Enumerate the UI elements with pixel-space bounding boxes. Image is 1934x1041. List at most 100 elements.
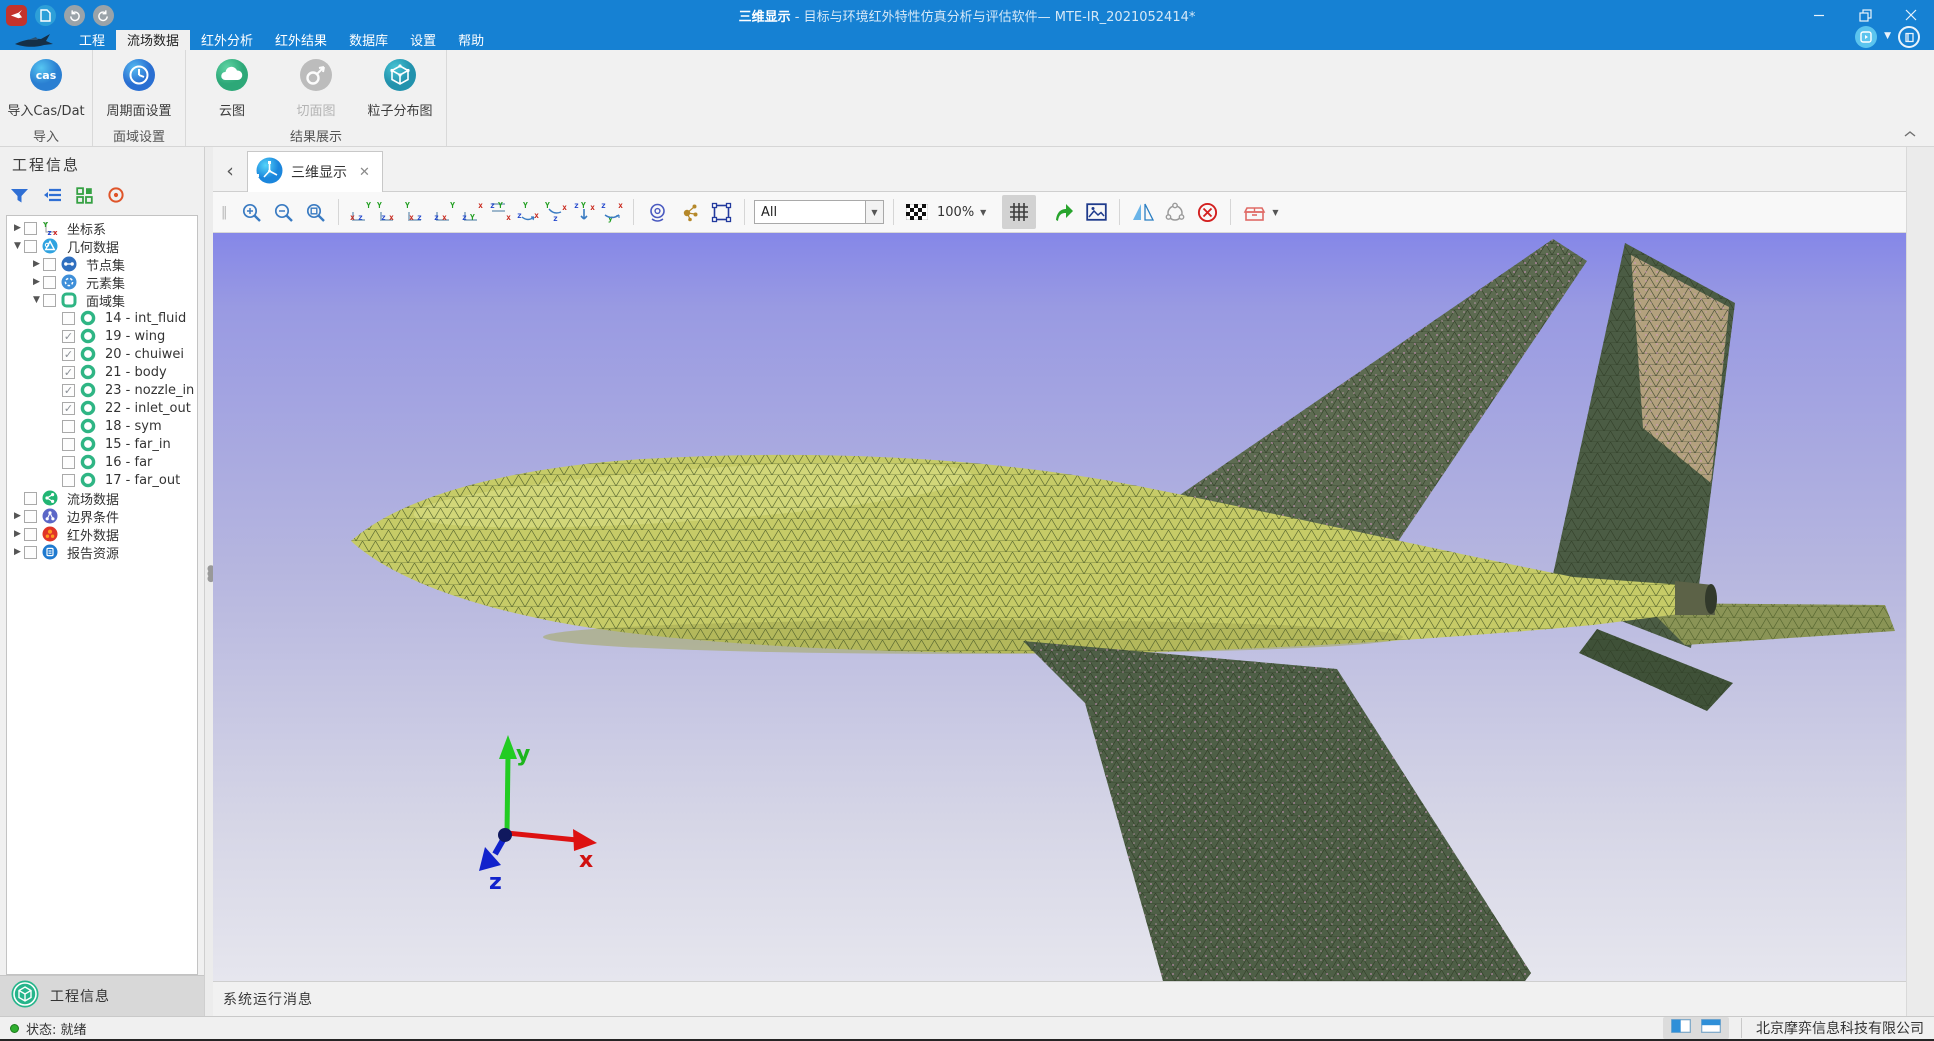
view-left-icon[interactable]: Yxz bbox=[404, 201, 428, 223]
ribbon-button-contour[interactable]: 云图 bbox=[190, 56, 274, 119]
rotate-y-icon[interactable]: Yxz bbox=[544, 201, 568, 223]
view-front-icon[interactable]: xzY bbox=[348, 201, 372, 223]
grid-toggle-icon[interactable] bbox=[1002, 195, 1036, 229]
list-settings-icon[interactable] bbox=[43, 187, 62, 207]
zoom-in-icon[interactable] bbox=[237, 198, 265, 226]
tree-expand-icon[interactable]: ▶ bbox=[11, 529, 24, 539]
menu-item-gongcheng[interactable]: 工程 bbox=[68, 30, 116, 50]
undo-icon[interactable] bbox=[64, 5, 85, 26]
tree-item[interactable]: 14 - int_fluid bbox=[7, 309, 197, 327]
rotate-x-icon[interactable]: zYx bbox=[516, 201, 540, 223]
menu-item-shujuku[interactable]: 数据库 bbox=[338, 30, 399, 50]
mirror-icon[interactable] bbox=[1129, 198, 1157, 226]
tree-item[interactable]: ✓20 - chuiwei bbox=[7, 345, 197, 363]
menu-item-bangzhu[interactable]: 帮助 bbox=[447, 30, 495, 50]
tree-checkbox[interactable] bbox=[43, 294, 56, 307]
tree-checkbox[interactable] bbox=[62, 438, 75, 451]
display-filter-dropdown-icon[interactable]: ▼ bbox=[865, 201, 883, 223]
screenshot-image-icon[interactable] bbox=[1082, 198, 1110, 226]
ribbon-button-periodic-face[interactable]: 周期面设置 bbox=[97, 56, 181, 119]
tab-scroll-left-icon[interactable]: ‹ bbox=[213, 151, 247, 191]
view-back-icon[interactable]: Yzx bbox=[376, 201, 400, 223]
view-bottom-icon[interactable]: zYx bbox=[488, 201, 512, 223]
tree-item[interactable]: ✓19 - wing bbox=[7, 327, 197, 345]
more-tools-caret-icon[interactable]: ▼ bbox=[1272, 208, 1278, 217]
view-top-icon[interactable]: zYx bbox=[460, 201, 484, 223]
zoom-level-value[interactable]: 100% bbox=[935, 205, 976, 220]
layout-bottom-panel-icon[interactable] bbox=[1701, 1019, 1721, 1037]
tree-item[interactable]: ▶元素集 bbox=[7, 273, 197, 291]
ribbon-button-import-cas-dat[interactable]: cas导入Cas/Dat bbox=[4, 56, 88, 119]
export-arrow-icon[interactable] bbox=[1050, 198, 1078, 226]
tree-item[interactable]: ▶节点集 bbox=[7, 255, 197, 273]
tree-expand-icon[interactable]: ▶ bbox=[11, 547, 24, 557]
zoom-fit-icon[interactable] bbox=[301, 198, 329, 226]
target-locate-icon[interactable] bbox=[107, 186, 125, 208]
redo-icon[interactable] bbox=[93, 5, 114, 26]
ribbon-button-particle[interactable]: 粒子分布图 bbox=[358, 56, 442, 119]
tree-item[interactable]: ✓22 - inlet_out bbox=[7, 399, 197, 417]
rotate-free-icon[interactable]: zxy bbox=[600, 201, 624, 223]
tree-checkbox[interactable] bbox=[24, 546, 37, 559]
tree-checkbox[interactable] bbox=[62, 456, 75, 469]
transparency-checker-icon[interactable] bbox=[903, 198, 931, 226]
project-panel-footer[interactable]: 工程信息 bbox=[0, 975, 204, 1016]
view-right-icon[interactable]: zxY bbox=[432, 201, 456, 223]
zoom-level-caret-icon[interactable]: ▼ bbox=[980, 208, 986, 217]
menu-item-liuchang[interactable]: 流场数据 bbox=[116, 30, 190, 50]
tree-item[interactable]: ▼几何数据 bbox=[7, 237, 197, 255]
tree-checkbox[interactable] bbox=[62, 420, 75, 433]
tree-expand-icon[interactable]: ▶ bbox=[30, 277, 43, 287]
tree-checkbox[interactable] bbox=[24, 528, 37, 541]
tree-item[interactable]: ▶边界条件 bbox=[7, 507, 197, 525]
menu-item-shezhi[interactable]: 设置 bbox=[399, 30, 447, 50]
tree-item[interactable]: 18 - sym bbox=[7, 417, 197, 435]
tree-item[interactable]: 16 - far bbox=[7, 453, 197, 471]
share-nodes-icon[interactable] bbox=[1161, 198, 1189, 226]
tree-item[interactable]: ▶红外数据 bbox=[7, 525, 197, 543]
ribbon-collapse-icon[interactable] bbox=[1904, 127, 1916, 142]
style-switch-icon[interactable] bbox=[1855, 26, 1877, 48]
style-dropdown-caret-icon[interactable]: ▼ bbox=[1884, 31, 1891, 41]
tree-checkbox[interactable] bbox=[62, 312, 75, 325]
tree-checkbox[interactable] bbox=[43, 258, 56, 271]
new-document-icon[interactable] bbox=[35, 5, 56, 26]
grid-view-icon[interactable] bbox=[76, 187, 93, 208]
tree-expand-icon[interactable]: ▼ bbox=[30, 295, 43, 305]
tree-checkbox[interactable] bbox=[62, 474, 75, 487]
tree-checkbox[interactable] bbox=[24, 510, 37, 523]
display-filter-combobox[interactable]: All ▼ bbox=[754, 200, 884, 224]
toolbar-drag-handle[interactable]: ‖ bbox=[221, 205, 233, 220]
tree-item[interactable]: ▼面域集 bbox=[7, 291, 197, 309]
tree-checkbox[interactable] bbox=[24, 222, 37, 235]
panel-splitter[interactable]: ●●● bbox=[205, 147, 213, 1016]
viewport-3d[interactable]: y x z bbox=[213, 233, 1906, 981]
minimize-button[interactable] bbox=[1796, 0, 1842, 30]
tree-item[interactable]: ▶报告资源 bbox=[7, 543, 197, 561]
tree-item[interactable]: ▶Yzx坐标系 bbox=[7, 219, 197, 237]
tree-item[interactable]: ✓21 - body bbox=[7, 363, 197, 381]
tree-checkbox[interactable]: ✓ bbox=[62, 348, 75, 361]
rotate-z-icon[interactable]: zYx bbox=[572, 201, 596, 223]
tree-item[interactable]: 15 - far_in bbox=[7, 435, 197, 453]
tree-expand-icon[interactable]: ▶ bbox=[30, 259, 43, 269]
tree-expand-icon[interactable]: ▶ bbox=[11, 223, 24, 233]
tree-item[interactable]: ✓23 - nozzle_in bbox=[7, 381, 197, 399]
tree-expand-icon[interactable]: ▶ bbox=[11, 511, 24, 521]
zoom-out-icon[interactable] bbox=[269, 198, 297, 226]
tree-checkbox[interactable]: ✓ bbox=[62, 402, 75, 415]
tree-checkbox[interactable]: ✓ bbox=[62, 384, 75, 397]
clear-cancel-icon[interactable] bbox=[1193, 198, 1221, 226]
help-book-icon[interactable] bbox=[1898, 26, 1920, 48]
tree-checkbox[interactable] bbox=[43, 276, 56, 289]
app-launcher-icon[interactable] bbox=[6, 5, 27, 26]
probe-pin-icon[interactable] bbox=[643, 198, 671, 226]
particles-nodes-icon[interactable] bbox=[675, 198, 703, 226]
filter-icon[interactable] bbox=[10, 187, 29, 208]
menu-item-hongwai-jieguo[interactable]: 红外结果 bbox=[264, 30, 338, 50]
menu-item-hongwai-fenxi[interactable]: 红外分析 bbox=[190, 30, 264, 50]
archive-box-icon[interactable] bbox=[1240, 198, 1268, 226]
tree-checkbox[interactable]: ✓ bbox=[62, 330, 75, 343]
tab-close-icon[interactable]: ✕ bbox=[355, 165, 370, 180]
tree-item[interactable]: 流场数据 bbox=[7, 489, 197, 507]
